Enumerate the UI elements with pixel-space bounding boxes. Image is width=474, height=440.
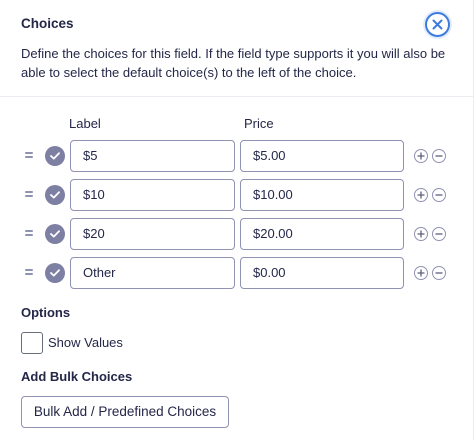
price-column-header: Price — [244, 116, 274, 131]
drag-handle-icon[interactable] — [24, 226, 34, 240]
default-choice-toggle[interactable] — [45, 146, 65, 166]
drag-handle-icon[interactable] — [24, 265, 34, 279]
add-choice-button[interactable] — [414, 149, 428, 163]
remove-choice-button[interactable] — [432, 266, 446, 280]
plus-icon — [417, 191, 425, 199]
minus-icon — [435, 233, 443, 235]
options-heading: Options — [21, 305, 71, 320]
panel-header: Choices Define the choices for this fiel… — [0, 0, 474, 97]
default-choice-toggle[interactable] — [45, 224, 65, 244]
panel-description: Define the choices for this field. If th… — [21, 46, 446, 80]
panel-title: Choices — [21, 16, 74, 31]
checkmark-icon — [50, 269, 60, 277]
show-values-label[interactable]: Show Values — [48, 335, 123, 350]
choice-label-input[interactable]: $5 — [70, 140, 235, 172]
choice-row: $5 $5.00 — [0, 140, 474, 174]
drag-handle-icon[interactable] — [24, 148, 34, 162]
minus-icon — [435, 272, 443, 274]
bulk-choices-heading: Add Bulk Choices — [21, 369, 133, 384]
plus-icon — [417, 269, 425, 277]
plus-icon — [417, 230, 425, 238]
add-choice-button[interactable] — [414, 188, 428, 202]
checkmark-icon — [50, 230, 60, 238]
bulk-add-button[interactable]: Bulk Add / Predefined Choices — [21, 396, 229, 428]
remove-choice-button[interactable] — [432, 149, 446, 163]
minus-icon — [435, 194, 443, 196]
drag-handle-icon[interactable] — [24, 187, 34, 201]
choice-price-input[interactable]: $20.00 — [240, 218, 404, 250]
choice-row: $20 $20.00 — [0, 218, 474, 252]
add-choice-button[interactable] — [414, 227, 428, 241]
minus-icon — [435, 155, 443, 157]
close-icon — [432, 19, 443, 30]
choices-panel: Choices Define the choices for this fiel… — [0, 0, 474, 440]
choice-row: $10 $10.00 — [0, 179, 474, 213]
choice-price-input[interactable]: $0.00 — [240, 257, 404, 289]
checkmark-icon — [50, 152, 60, 160]
checkmark-icon — [50, 191, 60, 199]
choice-price-input[interactable]: $10.00 — [240, 179, 404, 211]
choice-row: Other $0.00 — [0, 257, 474, 291]
default-choice-toggle[interactable] — [45, 263, 65, 283]
add-choice-button[interactable] — [414, 266, 428, 280]
plus-icon — [417, 152, 425, 160]
choice-label-input[interactable]: Other — [70, 257, 235, 289]
show-values-checkbox[interactable] — [21, 332, 43, 354]
choice-label-input[interactable]: $20 — [70, 218, 235, 250]
remove-choice-button[interactable] — [432, 227, 446, 241]
choice-label-input[interactable]: $10 — [70, 179, 235, 211]
default-choice-toggle[interactable] — [45, 185, 65, 205]
label-column-header: Label — [69, 116, 101, 131]
choice-price-input[interactable]: $5.00 — [240, 140, 404, 172]
remove-choice-button[interactable] — [432, 188, 446, 202]
close-button[interactable] — [425, 12, 450, 37]
